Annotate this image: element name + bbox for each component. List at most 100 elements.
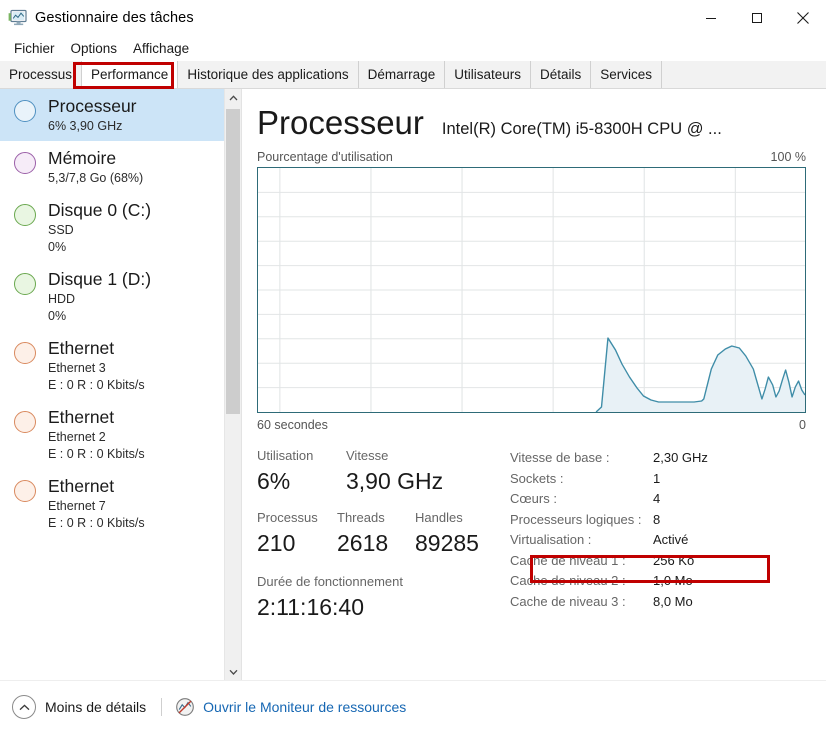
sidebar-item-title: Ethernet — [48, 407, 115, 427]
ethernet3-thumbnail-icon — [14, 342, 36, 364]
stat-value: 3,90 GHz — [346, 468, 444, 494]
spec-row-virtualisation: Virtualisation : Activé — [510, 530, 806, 551]
sidebar-item-processeur[interactable]: Processeur 6% 3,90 GHz — [0, 89, 241, 141]
sidebar-item-sub2: 0% — [48, 240, 67, 254]
menu-item-affichage[interactable]: Affichage — [125, 39, 197, 58]
sidebar-item-sub2: 0% — [48, 309, 67, 323]
sidebar-item-ethernet-3[interactable]: Ethernet Ethernet 3 E : 0 R : 0 Kbits/s — [0, 331, 241, 400]
ethernet7-thumbnail-icon — [14, 480, 36, 502]
spec-value: 8 — [653, 511, 661, 527]
graph-axis-label: Pourcentage d'utilisation — [257, 150, 393, 164]
graph-footer: 60 secondes 0 — [257, 418, 806, 432]
maximize-button[interactable] — [734, 0, 780, 36]
status-bar-divider — [161, 698, 163, 716]
tab-historique-des-applications[interactable]: Historique des applications — [178, 61, 359, 88]
tab-processus[interactable]: Processus — [0, 61, 83, 88]
spec-row-vitesse-de-base: Vitesse de base : 2,30 GHz — [510, 448, 806, 469]
panel-header: Processeur Intel(R) Core(TM) i5-8300H CP… — [257, 89, 806, 143]
spec-value: 2,30 GHz — [653, 450, 708, 465]
sidebar-item-title: Disque 1 (D:) — [48, 269, 152, 289]
window-title: Gestionnaire des tâches — [35, 10, 194, 26]
spec-key: Cache de niveau 1 : — [510, 552, 626, 568]
stat-utilisation: Utilisation 6% — [257, 446, 346, 497]
resource-sidebar[interactable]: Processeur 6% 3,90 GHz Mémoire 5,3/7,8 G… — [0, 89, 242, 680]
spec-value: 1,0 Mo — [653, 573, 693, 588]
tab-bar: Processus Performance Historique des app… — [0, 61, 826, 89]
cpu-utilization-graph — [257, 167, 806, 413]
sidebar-item-sub1: 6% 3,90 GHz — [48, 119, 123, 133]
spec-row-processeurs-logiques: Processeurs logiques : 8 — [510, 510, 806, 531]
minimize-button[interactable] — [688, 0, 734, 36]
sidebar-item-disque-1[interactable]: Disque 1 (D:) HDD 0% — [0, 262, 241, 331]
open-resource-monitor-link[interactable]: Ouvrir le Moniteur de ressources — [175, 697, 406, 717]
ethernet2-thumbnail-icon — [14, 411, 36, 433]
less-details-button[interactable]: Moins de détails — [12, 695, 146, 719]
graph-max-label: 100 % — [770, 150, 806, 164]
sidebar-item-memoire[interactable]: Mémoire 5,3/7,8 Go (68%) — [0, 141, 241, 193]
graph-time-label: 60 secondes — [257, 418, 328, 432]
window-controls — [688, 0, 826, 36]
spec-key: Cache de niveau 2 : — [510, 573, 626, 588]
sidebar-item-title: Ethernet — [48, 338, 115, 358]
spec-key: Cache de niveau 3 : — [510, 593, 626, 609]
stat-value: 89285 — [415, 530, 479, 556]
tab-demarrage[interactable]: Démarrage — [358, 61, 446, 88]
spec-key: Processeurs logiques : — [510, 511, 642, 527]
sidebar-item-sub1: SSD — [48, 223, 74, 237]
sidebar-item-title: Disque 0 (C:) — [48, 200, 152, 220]
sidebar-item-sub2: E : 0 R : 0 Kbits/s — [48, 516, 145, 530]
spec-value: 256 Ko — [653, 552, 695, 568]
sidebar-item-disque-0[interactable]: Disque 0 (C:) SSD 0% — [0, 193, 241, 262]
cpu-specs-list: Vitesse de base : 2,30 GHz Sockets : 1 C… — [510, 446, 806, 623]
disk1-thumbnail-icon — [14, 273, 36, 295]
scrollbar-thumb[interactable] — [226, 109, 240, 414]
sidebar-scrollbar[interactable] — [224, 89, 241, 680]
chevron-up-circle-icon — [12, 695, 36, 719]
stat-value: 6% — [257, 468, 291, 494]
stat-uptime: Durée de fonctionnement 2:11:16:40 — [257, 572, 510, 623]
stats-section: Utilisation 6% Vitesse 3,90 GHz Processu… — [257, 446, 806, 623]
spec-key: Sockets : — [510, 470, 564, 486]
less-details-label: Moins de détails — [45, 699, 147, 715]
sidebar-item-sub2: E : 0 R : 0 Kbits/s — [48, 378, 145, 392]
tab-utilisateurs[interactable]: Utilisateurs — [445, 61, 531, 88]
spec-row-coeurs: Cœurs : 4 — [510, 489, 806, 510]
sidebar-item-sub1: Ethernet 2 — [48, 430, 106, 444]
tab-details[interactable]: Détails — [530, 61, 592, 88]
main-content: Processeur 6% 3,90 GHz Mémoire 5,3/7,8 G… — [0, 89, 826, 680]
sidebar-item-ethernet-2[interactable]: Ethernet Ethernet 2 E : 0 R : 0 Kbits/s — [0, 400, 241, 469]
spec-row-sockets: Sockets : 1 — [510, 469, 806, 490]
close-button[interactable] — [780, 0, 826, 36]
memory-thumbnail-icon — [14, 152, 36, 174]
stats-left-column: Utilisation 6% Vitesse 3,90 GHz Processu… — [257, 446, 510, 623]
scroll-up-arrow-icon[interactable] — [225, 89, 241, 106]
cpu-model-name: Intel(R) Core(TM) i5-8300H CPU @ ... — [441, 120, 722, 138]
spec-row-cache-niveau-3: Cache de niveau 3 : 8,0 Mo — [510, 592, 806, 613]
tab-performance[interactable]: Performance — [82, 61, 179, 88]
sidebar-item-ethernet-7[interactable]: Ethernet Ethernet 7 E : 0 R : 0 Kbits/s — [0, 469, 241, 538]
sidebar-item-title: Processeur — [48, 96, 137, 116]
graph-caption: Pourcentage d'utilisation 100 % — [257, 150, 806, 164]
task-manager-monitor-icon — [8, 9, 28, 27]
menu-item-options[interactable]: Options — [63, 39, 126, 58]
tab-services[interactable]: Services — [591, 61, 663, 88]
sidebar-item-title: Ethernet — [48, 476, 115, 496]
status-bar: Moins de détails Ouvrir le Moniteur de r… — [0, 680, 826, 733]
menu-item-fichier[interactable]: Fichier — [6, 39, 63, 58]
resource-monitor-label: Ouvrir le Moniteur de ressources — [203, 699, 407, 715]
stat-label: Vitesse — [346, 448, 389, 463]
disk0-thumbnail-icon — [14, 204, 36, 226]
spec-row-cache-niveau-1: Cache de niveau 1 : 256 Ko — [510, 551, 806, 572]
page-title: Processeur — [257, 104, 424, 141]
stat-value: 2618 — [337, 530, 389, 556]
scroll-down-arrow-icon[interactable] — [225, 663, 241, 680]
stat-value: 210 — [257, 530, 296, 556]
stat-label: Handles — [415, 510, 463, 525]
stat-value: 2:11:16:40 — [257, 594, 365, 620]
stat-threads: Threads 2618 — [337, 508, 415, 559]
spec-key: Vitesse de base : — [510, 450, 610, 465]
spec-value: 8,0 Mo — [653, 593, 693, 609]
sidebar-item-sub2: E : 0 R : 0 Kbits/s — [48, 447, 145, 461]
graph-zero-label: 0 — [799, 418, 806, 432]
cpu-thumbnail-icon — [14, 100, 36, 122]
